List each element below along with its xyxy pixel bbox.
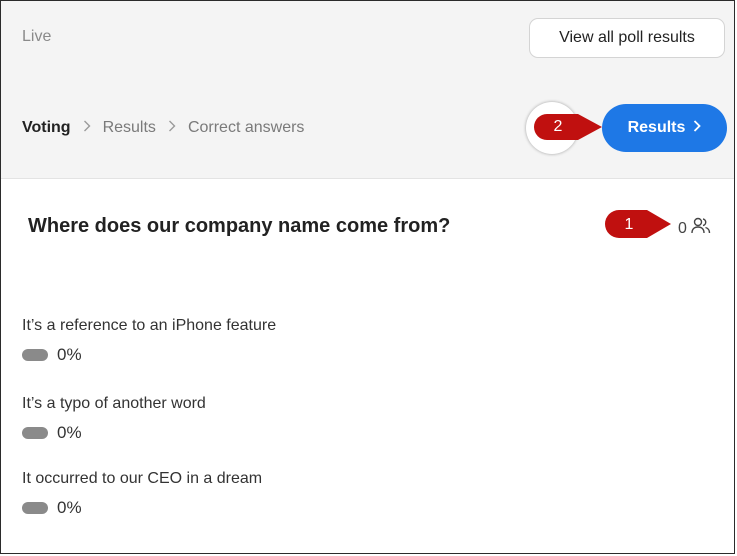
results-button[interactable]: Results <box>602 104 727 152</box>
breadcrumb-bar: Voting Results Correct answers 2 Results <box>1 78 734 179</box>
poll-option: It occurred to our CEO in a dream 0% <box>22 470 262 518</box>
callout-number-1: 1 <box>624 216 634 233</box>
results-button-label: Results <box>627 119 686 136</box>
poll-option: It’s a reference to an iPhone feature 0% <box>22 317 276 365</box>
view-all-poll-results-button[interactable]: View all poll results <box>529 18 725 58</box>
option-label: It’s a reference to an iPhone feature <box>22 317 277 334</box>
live-status-label: Live <box>22 28 52 45</box>
poll-option: It’s a typo of another word 0% <box>22 395 206 443</box>
voter-count: 0 <box>678 217 711 240</box>
voter-count-value: 0 <box>678 219 687 237</box>
option-result-bar <box>22 427 48 439</box>
callout-marker-1: 1 <box>605 210 675 238</box>
option-result-bar <box>22 502 48 514</box>
option-result: 0% <box>22 423 206 443</box>
callout-marker-2: 2 <box>534 114 606 140</box>
breadcrumb-item-voting[interactable]: Voting <box>22 119 71 137</box>
breadcrumb: Voting Results Correct answers <box>22 119 304 137</box>
breadcrumb-separator-icon <box>168 119 176 137</box>
option-result: 0% <box>22 345 276 365</box>
breadcrumb-separator-icon <box>83 119 91 137</box>
option-label: It occurred to our CEO in a dream <box>22 470 263 487</box>
option-result-bar <box>22 349 48 361</box>
option-percent: 0% <box>57 423 82 442</box>
poll-panel: Live View all poll results Voting Result… <box>0 0 735 554</box>
poll-question: Where does our company name come from? <box>28 215 451 237</box>
chevron-right-icon <box>693 119 702 137</box>
top-bar: Live View all poll results <box>1 1 734 78</box>
breadcrumb-item-results[interactable]: Results <box>103 119 156 137</box>
people-icon <box>691 217 711 240</box>
breadcrumb-item-correct-answers[interactable]: Correct answers <box>188 119 304 137</box>
option-percent: 0% <box>57 498 82 517</box>
option-label: It’s a typo of another word <box>22 395 206 412</box>
option-result: 0% <box>22 498 262 518</box>
option-percent: 0% <box>57 345 82 364</box>
callout-number-2: 2 <box>553 118 563 135</box>
